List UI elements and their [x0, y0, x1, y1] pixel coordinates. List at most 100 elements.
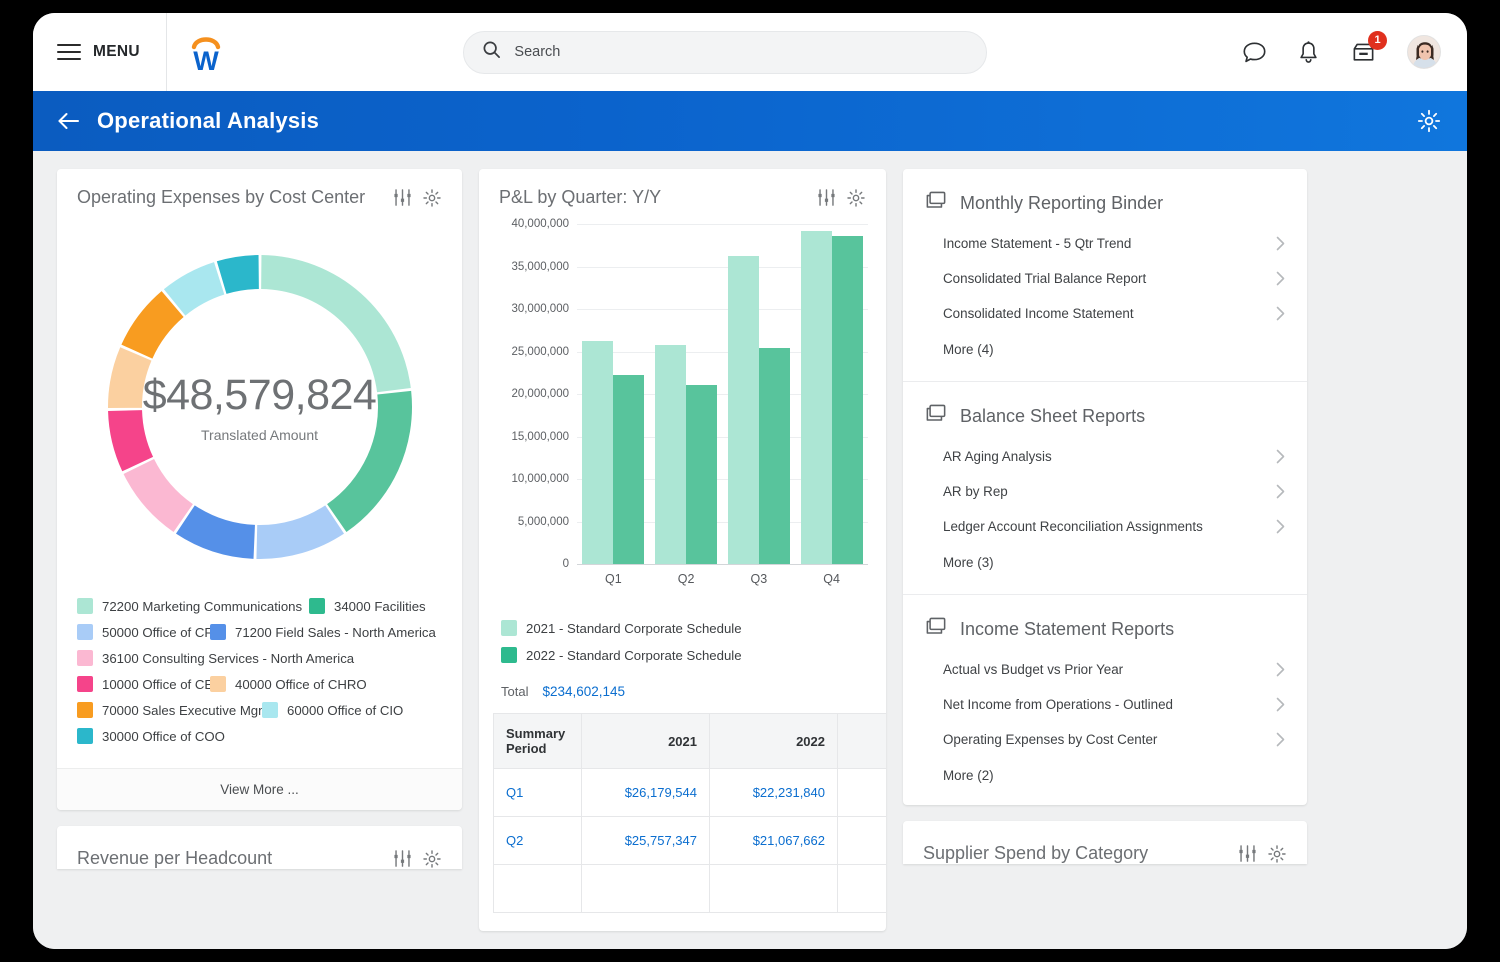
legend-item-2021[interactable]: 2021 - Standard Corporate Schedule: [501, 620, 866, 636]
report-list-item[interactable]: Actual vs Budget vs Prior Year: [903, 652, 1307, 687]
filter-sliders-icon[interactable]: [393, 188, 412, 207]
report-section: Monthly Reporting BinderIncome Statement…: [903, 169, 1307, 379]
cell-period[interactable]: Q2: [494, 817, 582, 865]
report-list-item[interactable]: Operating Expenses by Cost Center: [903, 722, 1307, 757]
filter-sliders-icon[interactable]: [817, 188, 836, 207]
card-gear-icon[interactable]: [846, 188, 866, 208]
bar[interactable]: [801, 231, 832, 564]
legend-item-7[interactable]: 70000 Sales Executive Mgmt: [77, 702, 262, 718]
chat-icon[interactable]: [1242, 40, 1267, 65]
column-header-period[interactable]: Summary Period: [494, 714, 582, 769]
donut-segment[interactable]: [327, 391, 412, 532]
report-list-item[interactable]: Income Statement - 5 Qtr Trend: [903, 226, 1307, 261]
legend-swatch: [77, 650, 93, 666]
report-section-header: Income Statement Reports: [903, 601, 1307, 652]
cell-total[interactable]: $48,411,3: [838, 769, 887, 817]
bar-groups: [577, 224, 868, 564]
report-section-title: Income Statement Reports: [960, 619, 1174, 640]
report-list-item[interactable]: AR Aging Analysis: [903, 439, 1307, 474]
legend-item-6[interactable]: 40000 Office of CHRO: [210, 676, 367, 692]
table-header-row: Summary Period 2021 2022 T: [494, 714, 887, 769]
total-value[interactable]: $234,602,145: [542, 684, 625, 699]
filter-sliders-icon[interactable]: [1238, 844, 1257, 863]
y-axis-tick: 30,000,000: [511, 303, 569, 315]
report-more-link[interactable]: More (2): [943, 768, 994, 783]
bar[interactable]: [832, 236, 863, 564]
cell-2022[interactable]: $21,067,662: [710, 817, 838, 865]
report-list-item[interactable]: Ledger Account Reconciliation Assignment…: [903, 509, 1307, 544]
binder-icon: [925, 617, 947, 642]
report-item-label: AR by Rep: [943, 484, 1276, 499]
legend-item-0[interactable]: 72200 Marketing Communications: [77, 598, 309, 614]
menu-label: MENU: [93, 43, 140, 61]
card-gear-icon[interactable]: [422, 849, 442, 869]
legend-label: 36100 Consulting Services - North Americ…: [102, 651, 354, 666]
cell-2021[interactable]: [582, 865, 710, 913]
donut-segment[interactable]: [261, 255, 411, 392]
cell-2022[interactable]: $22,231,840: [710, 769, 838, 817]
y-axis-tick: 15,000,000: [511, 431, 569, 443]
user-avatar[interactable]: [1407, 35, 1441, 69]
column-header-total[interactable]: T: [838, 714, 887, 769]
cell-2021[interactable]: $26,179,544: [582, 769, 710, 817]
cell-2021[interactable]: $25,757,347: [582, 817, 710, 865]
bar[interactable]: [655, 345, 686, 564]
donut-segment[interactable]: [216, 255, 258, 294]
report-more-link[interactable]: More (3): [943, 555, 994, 570]
back-arrow-icon[interactable]: [57, 111, 81, 131]
bar[interactable]: [686, 385, 717, 564]
view-more-button[interactable]: View More ...: [57, 768, 462, 810]
report-more-link[interactable]: More (4): [943, 342, 994, 357]
search-input[interactable]: Search: [463, 31, 987, 74]
menu-button[interactable]: MENU: [57, 43, 166, 61]
legend-item-8[interactable]: 60000 Office of CIO: [262, 702, 403, 718]
cell-2022[interactable]: [710, 865, 838, 913]
bar[interactable]: [728, 256, 759, 564]
card-gear-icon[interactable]: [1267, 844, 1287, 864]
y-axis-tick: 10,000,000: [511, 473, 569, 485]
legend-item-5[interactable]: 10000 Office of CEO: [77, 676, 210, 692]
filter-sliders-icon[interactable]: [393, 849, 412, 868]
app-window: MENU W Search: [33, 13, 1467, 949]
inbox-badge-count: 1: [1368, 31, 1387, 50]
donut-segment[interactable]: [108, 410, 153, 471]
bar[interactable]: [582, 341, 613, 564]
column-header-2022[interactable]: 2022: [710, 714, 838, 769]
bell-icon[interactable]: [1297, 40, 1320, 65]
report-list-item[interactable]: Net Income from Operations - Outlined: [903, 687, 1307, 722]
legend-item-4[interactable]: 36100 Consulting Services - North Americ…: [77, 650, 354, 666]
settings-gear-icon[interactable]: [1417, 109, 1441, 133]
donut-segment[interactable]: [175, 505, 254, 559]
donut-segment[interactable]: [123, 459, 192, 532]
legend-swatch: [77, 624, 93, 640]
gridline: [577, 564, 868, 565]
card-gear-icon[interactable]: [422, 188, 442, 208]
bar-chart: 05,000,00010,000,00015,000,00020,000,000…: [479, 216, 886, 616]
legend-item-1[interactable]: 34000 Facilities: [309, 598, 426, 614]
cell-period[interactable]: [494, 865, 582, 913]
legend-item-9[interactable]: 30000 Office of COO: [77, 728, 225, 744]
y-axis-tick: 0: [563, 558, 569, 570]
cell-total[interactable]: $46,825,0: [838, 817, 887, 865]
donut-segment[interactable]: [256, 505, 344, 559]
report-list-item[interactable]: Consolidated Income Statement: [903, 296, 1307, 331]
legend-item-2[interactable]: 50000 Office of CFO: [77, 624, 210, 640]
workday-logo-icon[interactable]: W: [167, 30, 229, 74]
cell-period[interactable]: Q1: [494, 769, 582, 817]
hamburger-icon[interactable]: [57, 44, 81, 61]
bar[interactable]: [759, 348, 790, 564]
inbox-icon[interactable]: 1: [1350, 40, 1377, 65]
report-item-label: Net Income from Operations - Outlined: [943, 697, 1276, 712]
card-report-sections: Monthly Reporting BinderIncome Statement…: [903, 169, 1307, 805]
report-more-row: More (4): [903, 331, 1307, 375]
report-list-item[interactable]: AR by Rep: [903, 474, 1307, 509]
column-header-2021[interactable]: 2021: [582, 714, 710, 769]
legend-row: 70000 Sales Executive Mgmt 60000 Office …: [77, 702, 442, 718]
donut-segment[interactable]: [108, 347, 151, 408]
legend-item-2022[interactable]: 2022 - Standard Corporate Schedule: [501, 647, 866, 663]
y-axis-tick: 20,000,000: [511, 388, 569, 400]
report-list-item[interactable]: Consolidated Trial Balance Report: [903, 261, 1307, 296]
legend-item-3[interactable]: 71200 Field Sales - North America: [210, 624, 436, 640]
cell-total[interactable]: [838, 865, 887, 913]
bar[interactable]: [613, 375, 644, 564]
